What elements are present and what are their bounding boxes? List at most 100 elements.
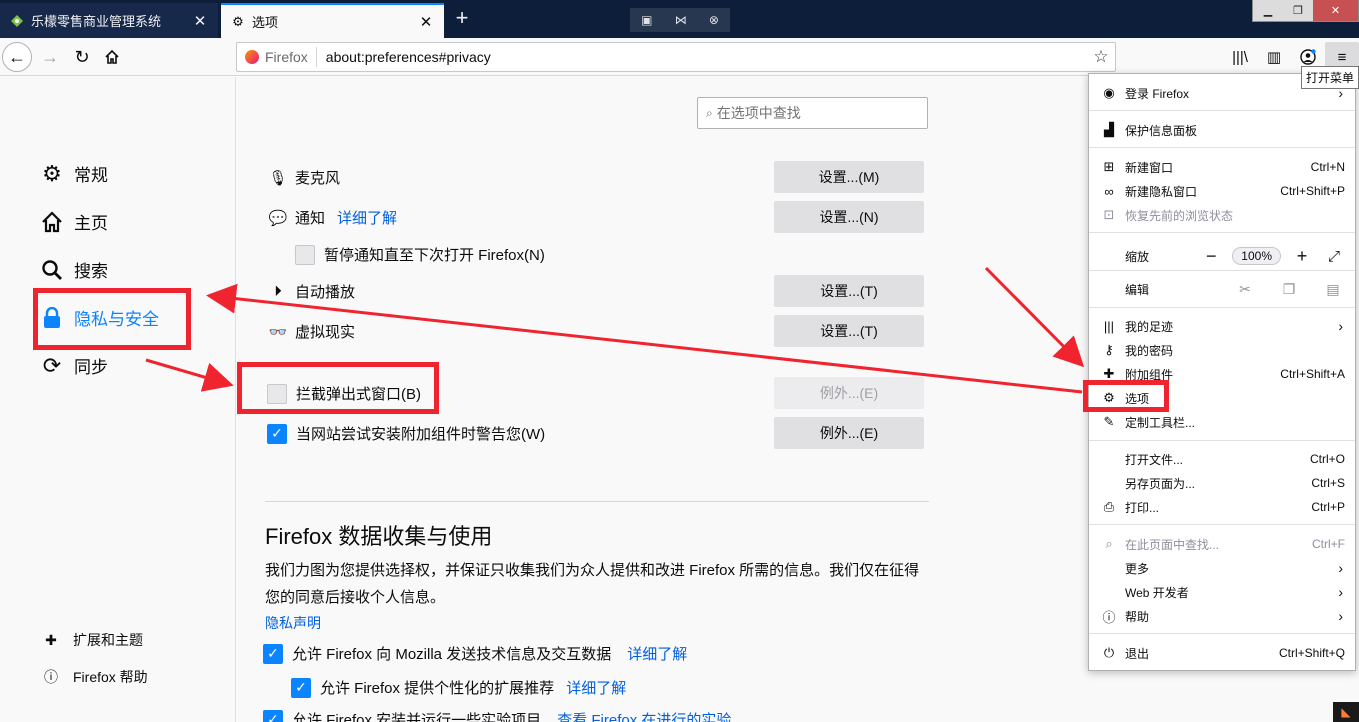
menu-label: 打印...: [1125, 500, 1160, 515]
checkbox-label: 当网站尝试安装附加组件时警告您(W): [296, 426, 546, 443]
category-home[interactable]: 主页: [40, 209, 108, 234]
learn-more-link[interactable]: 详细了解: [627, 643, 687, 664]
tab-retail-system[interactable]: 乐檬零售商业管理系统 ✕: [0, 3, 218, 38]
recommendations-row[interactable]: ✓ 允许 Firefox 提供个性化的扩展推荐 详细了解: [291, 677, 626, 698]
firefox-help-link[interactable]: ⓘ Firefox 帮助: [42, 667, 148, 687]
menu-protections[interactable]: ▟ 保护信息面板: [1089, 119, 1355, 141]
menu-shortcut: Ctrl+Shift+A: [1280, 367, 1345, 381]
menu-new-window[interactable]: ⊞ 新建窗口 Ctrl+N: [1089, 156, 1355, 178]
menu-open-file[interactable]: 打开文件... Ctrl+O: [1089, 448, 1355, 470]
search-icon: ⌕: [706, 105, 713, 120]
menu-more[interactable]: 更多 ›: [1089, 557, 1355, 579]
checkbox-label: 允许 Firefox 安装并运行一些实验项目: [292, 712, 542, 722]
gear-icon: ⚙: [42, 160, 62, 186]
close-tab-icon[interactable]: ✕: [192, 12, 208, 30]
telemetry-row[interactable]: ✓ 允许 Firefox 向 Mozilla 发送技术信息及交互数据 详细了解: [263, 643, 687, 664]
learn-more-link[interactable]: 详细了解: [566, 677, 626, 698]
studies-row[interactable]: ✓ 允许 Firefox 安装并运行一些实验项目 查看 Firefox 在进行的…: [263, 709, 731, 722]
url-text[interactable]: about:preferences#privacy: [317, 49, 1087, 65]
microphone-settings-button[interactable]: 设置...(M): [774, 161, 924, 193]
minimize-button[interactable]: ▁: [1253, 0, 1283, 21]
identity-box[interactable]: Firefox: [237, 47, 317, 67]
category-label: 搜索: [74, 262, 108, 281]
close-tab-icon[interactable]: ✕: [418, 13, 434, 31]
screen-share-icon[interactable]: ▣: [641, 13, 652, 27]
restore-button[interactable]: ❐: [1283, 0, 1313, 21]
pause-notifications-checkbox[interactable]: [295, 244, 315, 265]
bookmark-star-icon[interactable]: ☆: [1087, 47, 1115, 67]
address-bar[interactable]: Firefox about:preferences#privacy ☆: [236, 42, 1116, 72]
new-tab-button[interactable]: +: [448, 5, 476, 33]
footer-label: Firefox 帮助: [73, 669, 148, 685]
menu-separator: [1089, 524, 1355, 525]
puzzle-icon: ✚: [45, 631, 57, 648]
recommendations-checkbox[interactable]: ✓: [291, 677, 311, 698]
pause-notifications-row[interactable]: 暂停通知直至下次打开 Firefox(N): [295, 244, 545, 265]
menu-library[interactable]: ||| 我的足迹 ›: [1089, 315, 1355, 337]
menu-label: 在此页面中查找...: [1125, 537, 1220, 552]
category-sync[interactable]: ⟳ 同步: [40, 353, 108, 378]
microphone-icon: 🎙: [268, 169, 288, 187]
sidebar-icon[interactable]: ▥: [1257, 42, 1291, 72]
zoom-in-button[interactable]: +: [1289, 246, 1315, 267]
extensions-themes-link[interactable]: ✚ 扩展和主题: [42, 630, 143, 650]
tab-title: 选项: [252, 15, 279, 30]
menu-label: Web 开发者: [1125, 585, 1189, 600]
menu-tooltip: 打开菜单: [1301, 66, 1359, 89]
zoom-out-button[interactable]: −: [1198, 246, 1224, 267]
menu-quit[interactable]: ⏻ 退出 Ctrl+Shift+Q: [1089, 642, 1355, 664]
menu-new-private-window[interactable]: ∞ 新建隐私窗口 Ctrl+Shift+P: [1089, 180, 1355, 202]
help-icon: ⓘ: [44, 669, 58, 685]
studies-checkbox[interactable]: ✓: [263, 709, 283, 722]
privacy-notice-link[interactable]: 隐私声明: [265, 613, 321, 633]
menu-print[interactable]: ⎙ 打印... Ctrl+P: [1089, 496, 1355, 518]
tab-options[interactable]: ⚙ 选项 ✕: [221, 3, 444, 38]
home-button[interactable]: [98, 43, 126, 71]
reload-button[interactable]: ↻: [68, 43, 96, 71]
copy-icon[interactable]: ❐: [1267, 281, 1311, 298]
library-icon[interactable]: |||\: [1223, 42, 1257, 72]
menu-customize[interactable]: ✎ 定制工具栏...: [1089, 411, 1355, 433]
autoplay-settings-button[interactable]: 设置...(T): [774, 275, 924, 307]
menu-label: 新建窗口: [1125, 160, 1174, 175]
view-studies-link[interactable]: 查看 Firefox 在进行的实验: [557, 709, 731, 722]
category-general[interactable]: ⚙ 常规: [40, 161, 108, 186]
vr-settings-button[interactable]: 设置...(T): [774, 315, 924, 347]
menu-logins[interactable]: ⚷ 我的密码: [1089, 339, 1355, 361]
permission-label: 麦克风: [295, 170, 341, 187]
popup-exceptions-button[interactable]: 例外...(E): [774, 377, 924, 409]
notification-settings-button[interactable]: 设置...(N): [774, 201, 924, 233]
menu-web-developer[interactable]: Web 开发者 ›: [1089, 581, 1355, 603]
warn-addons-row[interactable]: ✓ 当网站尝试安装附加组件时警告您(W): [267, 423, 545, 444]
menu-save-page[interactable]: 另存页面为... Ctrl+S: [1089, 472, 1355, 494]
permission-vr: 👓 虚拟现实: [267, 321, 355, 342]
menu-separator: [1089, 633, 1355, 634]
back-button[interactable]: ←: [2, 42, 32, 72]
search-icon: ⌕: [1105, 536, 1113, 551]
paste-icon[interactable]: ▤: [1311, 281, 1355, 298]
forward-button[interactable]: →: [36, 43, 64, 71]
menu-label: 另存页面为...: [1125, 476, 1196, 491]
search-icon: [40, 258, 64, 282]
window-close-button[interactable]: ✕: [1313, 0, 1358, 21]
menu-restore-session[interactable]: ⊡ 恢复先前的浏览状态: [1089, 204, 1355, 226]
highlight-block-popups: [237, 362, 439, 414]
category-search[interactable]: 搜索: [40, 257, 108, 282]
learn-more-link[interactable]: 详细了解: [337, 207, 397, 228]
permission-label: 通知: [295, 210, 326, 227]
warn-addons-checkbox[interactable]: ✓: [267, 423, 287, 444]
zoom-reset-button[interactable]: 100%: [1232, 247, 1281, 265]
fullscreen-button[interactable]: ⤢: [1321, 248, 1347, 265]
search-input[interactable]: ⌕ 在选项中查找: [697, 97, 928, 129]
telemetry-checkbox[interactable]: ✓: [263, 643, 283, 664]
menu-find-in-page[interactable]: ⌕ 在此页面中查找... Ctrl+F: [1089, 533, 1355, 555]
library-icon: |||: [1103, 318, 1115, 334]
cut-icon[interactable]: ✂: [1223, 281, 1267, 298]
menu-shortcut: Ctrl+N: [1310, 160, 1345, 174]
addon-exceptions-button[interactable]: 例外...(E): [774, 417, 924, 449]
permission-label: 虚拟现实: [295, 324, 356, 341]
skip-icon[interactable]: ⋈: [675, 13, 687, 27]
checkbox-label: 允许 Firefox 向 Mozilla 发送技术信息及交互数据: [292, 646, 612, 663]
menu-help[interactable]: ⓘ 帮助 ›: [1089, 605, 1355, 627]
close-circle-icon[interactable]: ⊗: [709, 13, 719, 27]
